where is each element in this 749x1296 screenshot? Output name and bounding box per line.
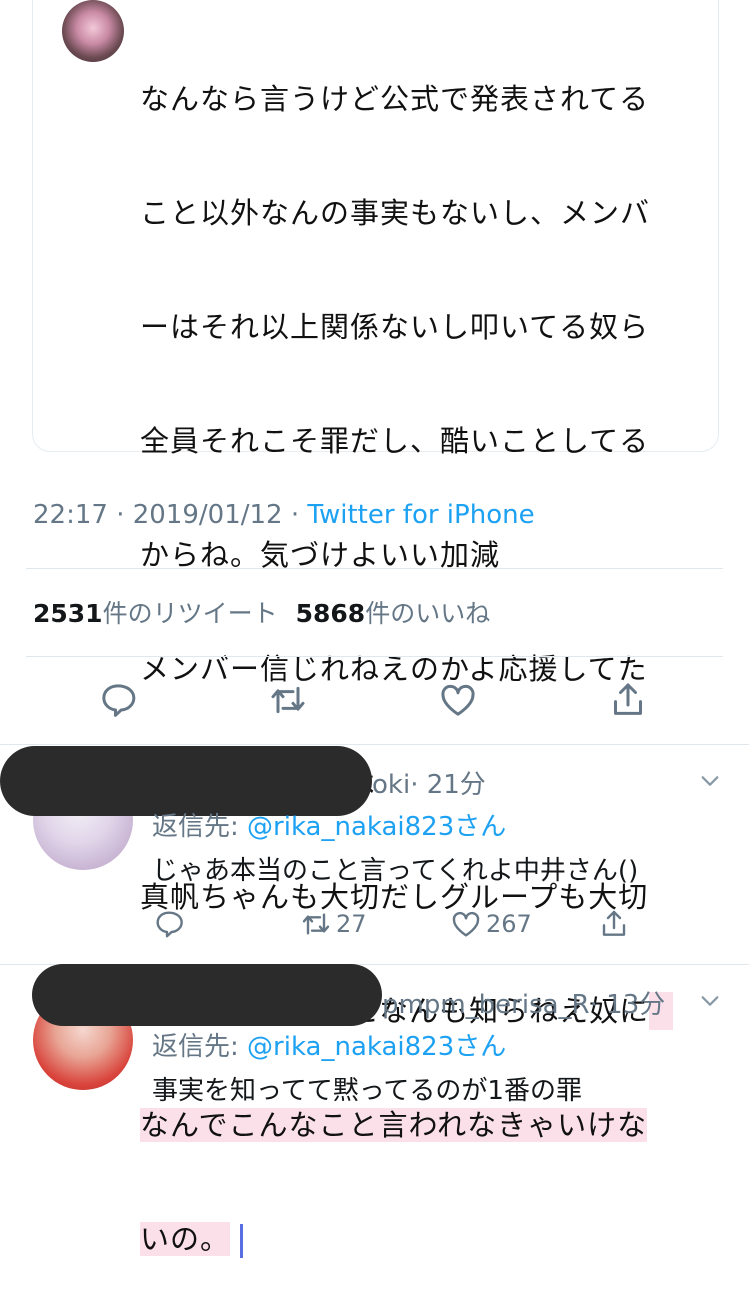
reply-icon[interactable] [98,680,138,720]
tweet-line: こと以外なんの事実もないし、メンバ [140,196,651,230]
tweet-source-link[interactable]: Twitter for iPhone [307,500,534,530]
reply-text: 事実を知ってて黙ってるのが1番の罪 [152,1076,582,1106]
tweet-meta: 22:17 · 2019/01/12 · Twitter for iPhone [33,500,535,530]
like-stat-label: 件のいいね [365,599,491,628]
reply-to-prefix: 返信先: [152,812,248,842]
reply-like-count: 267 [486,910,532,938]
like-stat[interactable]: 5868件のいいね [296,599,491,628]
tweet-line-highlighted: なんでこんなこと言われなきゃいけな [140,1108,648,1142]
text-caret [240,1224,244,1258]
retweet-stat[interactable]: 2531件のリツイート [33,599,278,628]
tweet-action-bar [0,680,749,720]
retweet-stat-label: 件のリツイート [102,599,278,628]
reply-header: pmpm_berisa_R· 13分 [382,984,665,1021]
reply-to-mention[interactable]: @rika_nakai823さん [247,1032,506,1062]
reply-to: 返信先: @rika_nakai823さん [152,1026,506,1063]
reply-action-reply[interactable] [153,908,189,940]
retweet-icon [302,913,330,935]
meta-sep: · [282,500,308,530]
tweet-line: 全員それこそ罪だし、酷いことしてる [140,424,650,458]
reply-text: じゃあ本当のこと言ってくれよ中井さん() [152,856,639,886]
reply-age: · 13分 [589,990,666,1020]
redaction-bar [32,964,382,1026]
tweet-line-highlighted: いの。 [140,1222,231,1256]
reply-handle[interactable]: pmpm_berisa_R [382,990,590,1020]
tweet-stats: 2531件のリツイート 5868件のいいね [33,594,490,630]
reply-to-mention[interactable]: @rika_nakai823さん [247,812,506,842]
author-avatar[interactable] [62,0,124,62]
meta-sep: · [107,500,133,530]
tweet-line: ーはそれ以上関係ないし叩いてる奴ら [140,310,650,344]
retweet-count: 2531 [33,599,103,628]
tweet-date[interactable]: 2019/01/12 [133,500,283,530]
reply-header: oki· 21分 [372,764,486,801]
reply-to: 返信先: @rika_nakai823さん [152,806,506,843]
divider [26,656,723,657]
reply-handle[interactable]: oki [372,770,410,800]
retweet-icon[interactable] [268,680,308,720]
like-count: 5868 [295,599,366,628]
chevron-down-icon[interactable] [699,770,721,792]
reply-action-retweet[interactable]: 27 [300,908,367,940]
reply-retweet-count: 27 [336,910,367,938]
reply-icon [156,911,183,938]
chevron-down-icon[interactable] [699,990,721,1012]
heart-icon[interactable] [438,680,478,720]
share-icon [602,910,626,936]
tweet-line: なんなら言うけど公式で発表されてる [140,82,650,116]
heart-icon [452,911,480,937]
tweet-time: 22:17 [33,500,108,530]
reply-action-share[interactable] [598,908,634,940]
reply-to-prefix: 返信先: [152,1032,248,1062]
divider [26,568,723,569]
reply-age: · 21分 [410,770,486,800]
reply-action-like[interactable]: 267 [450,908,532,940]
divider [0,744,749,745]
share-icon[interactable] [608,680,648,720]
